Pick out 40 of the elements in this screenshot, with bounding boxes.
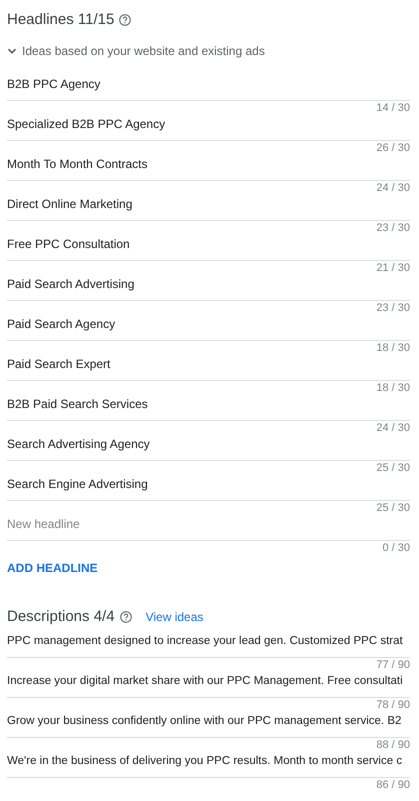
character-counter: 86 / 90 — [376, 778, 410, 790]
section-title: Descriptions 4/4 — [7, 606, 115, 627]
character-counter: 14 / 30 — [376, 102, 410, 114]
character-counter: 21 / 30 — [376, 262, 410, 274]
section-title: Headlines 11/15 — [7, 10, 114, 30]
text-field[interactable]: Paid Search Agency — [7, 314, 410, 341]
character-counter: 88 / 90 — [376, 738, 410, 750]
chevron-icon — [7, 46, 17, 56]
text-field[interactable]: B2B PPC Agency — [7, 74, 410, 101]
text-field[interactable]: Free PPC Consultation — [7, 234, 410, 261]
character-counter: 18 / 30 — [376, 342, 410, 354]
text-field[interactable]: Direct Online Marketing — [7, 194, 410, 221]
text-field[interactable]: B2B Paid Search Services — [7, 394, 410, 421]
character-counter: 77 / 90 — [376, 658, 410, 670]
text-field[interactable]: Search Engine Advertising — [7, 474, 410, 501]
character-counter: 18 / 30 — [376, 382, 410, 394]
character-counter: 0 / 30 — [382, 542, 410, 554]
character-counter: 26 / 30 — [376, 142, 410, 154]
character-counter: 23 / 30 — [376, 222, 410, 234]
character-counter: 78 / 90 — [376, 698, 410, 710]
text-field[interactable]: New headline — [7, 514, 410, 541]
text-field[interactable]: Month To Month Contracts — [7, 154, 410, 181]
view-ideas-link[interactable]: View ideas — [146, 608, 204, 626]
help-icon[interactable] — [119, 14, 132, 26]
text-field[interactable]: Search Advertising Agency — [7, 434, 410, 461]
add-headline-button[interactable]: ADD HEADLINE — [7, 559, 98, 575]
character-counter: 25 / 30 — [376, 462, 410, 474]
character-counter: 25 / 30 — [376, 502, 410, 514]
text-field[interactable]: We're in the business of delivering you PPC results. Month to month service c — [7, 751, 410, 778]
character-counter: 24 / 30 — [376, 182, 410, 194]
text-field[interactable]: Specialized B2B PPC Agency — [7, 114, 410, 141]
character-counter: 24 / 30 — [376, 422, 410, 434]
text-field[interactable]: Increase your digital market share with our PPC Management. Free consultati — [7, 671, 410, 698]
text-field[interactable]: PPC management designed to increase your lead gen. Customized PPC strat — [7, 631, 410, 658]
help-icon[interactable] — [120, 611, 132, 623]
text-field[interactable]: Paid Search Expert — [7, 354, 410, 381]
character-counter: 23 / 30 — [376, 302, 410, 314]
text-field[interactable]: Grow your business confidently online with our PPC management service. B2 — [7, 711, 410, 738]
ideas-toggle[interactable]: Ideas based on your website and existing ads — [7, 42, 265, 60]
text-field[interactable]: Paid Search Advertising — [7, 274, 410, 301]
